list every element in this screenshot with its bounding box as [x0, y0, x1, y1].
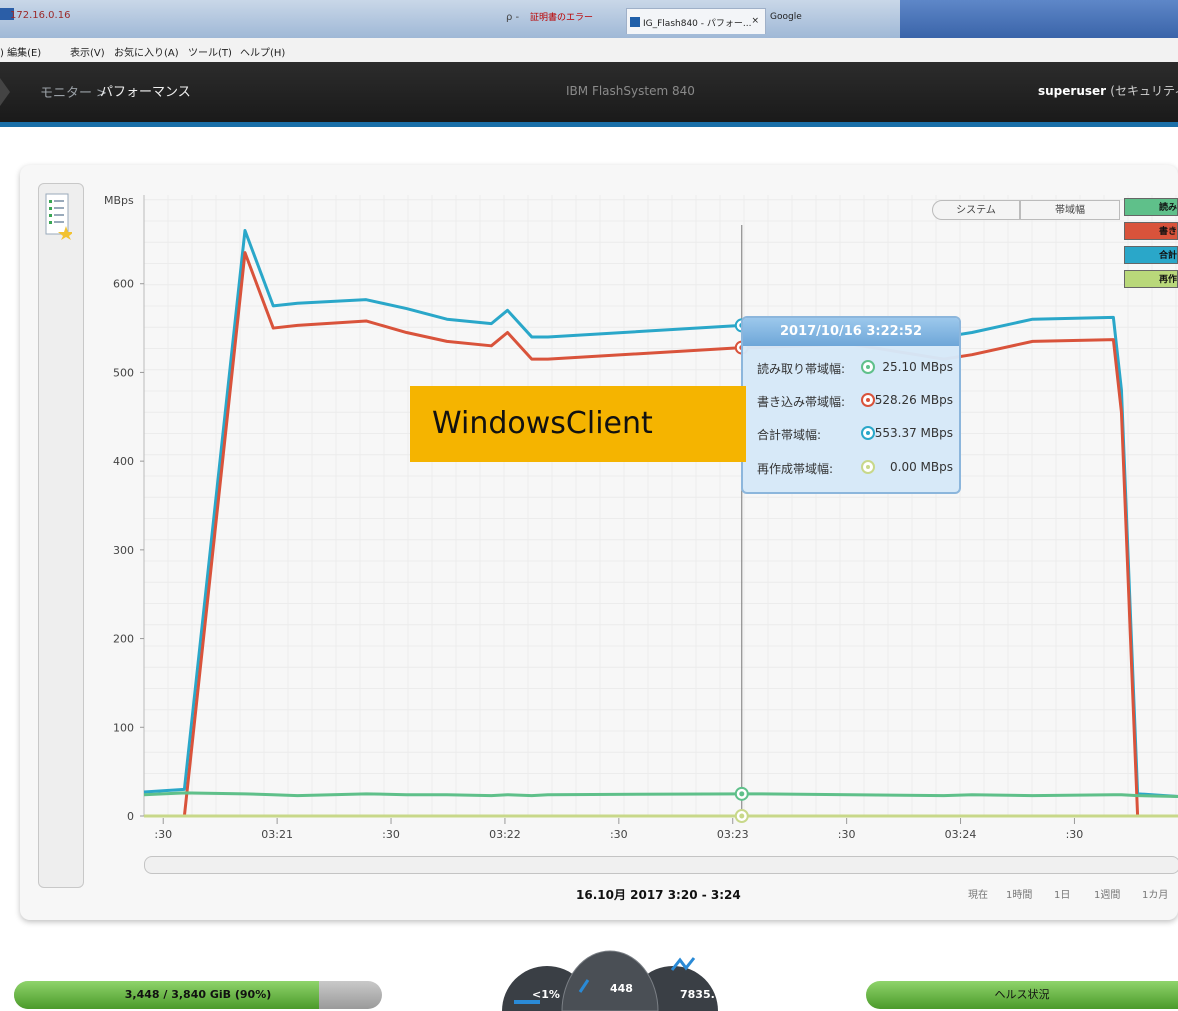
x-tick-label: :30 — [610, 828, 628, 841]
tooltip-row-write: 書き込み帯域幅: 528.26 MBps — [757, 393, 953, 409]
x-tick-label: 03:24 — [945, 828, 977, 841]
y-tick-label: 500 — [113, 366, 134, 379]
y-tick-label: 200 — [113, 633, 134, 646]
x-tick-label: :30 — [382, 828, 400, 841]
range-now-button[interactable]: 現在 — [968, 886, 988, 901]
capacity-bar[interactable]: 3,448 / 3,840 GiB (90%) — [14, 981, 382, 1009]
time-range-label: 16.10月 2017 3:20 - 3:24 — [576, 888, 741, 902]
x-tick-label: :30 — [838, 828, 856, 841]
health-status-bar[interactable]: ヘルス状況 — [866, 981, 1178, 1009]
cursor-point-dot — [739, 791, 745, 797]
bandwidth-toggle[interactable]: 帯域幅 — [1020, 200, 1120, 220]
time-range-scrollbar[interactable] — [144, 856, 1178, 874]
cursor-point-dot — [739, 813, 745, 819]
series-line-合計帯域幅 — [143, 228, 1178, 798]
y-tick-label: 300 — [113, 544, 134, 557]
iops-gauge-label: 448 — [610, 982, 633, 995]
series-line-読み取り帯域幅 — [143, 791, 1178, 798]
y-axis-label: MBps — [104, 194, 134, 207]
x-tick-label: 03:21 — [261, 828, 293, 841]
latency-gauge-label: <1% — [532, 988, 560, 1001]
x-tick-label: :30 — [1066, 828, 1084, 841]
range-1week-button[interactable]: 1週間 — [1094, 886, 1120, 901]
system-toggle[interactable]: システム — [932, 200, 1020, 220]
y-tick-label: 400 — [113, 455, 134, 468]
x-tick-label: :30 — [154, 828, 172, 841]
x-tick-label: 03:22 — [489, 828, 521, 841]
data-tooltip: 2017/10/16 3:22:52 読み取り帯域幅: 25.10 MBps 書き… — [741, 316, 961, 494]
tooltip-row-read: 読み取り帯域幅: 25.10 MBps — [757, 360, 953, 376]
windows-client-label: WindowsClient — [410, 386, 746, 462]
legend-write[interactable]: 書き — [1124, 222, 1178, 240]
legend-rebuild[interactable]: 再作 — [1124, 270, 1178, 288]
range-1day-button[interactable]: 1日 — [1054, 886, 1070, 901]
range-1month-button[interactable]: 1カ月 — [1142, 886, 1168, 901]
y-tick-label: 100 — [113, 721, 134, 734]
legend-read[interactable]: 読み — [1124, 198, 1178, 216]
tooltip-row-total: 合計帯域幅: 553.37 MBps — [757, 426, 953, 442]
x-tick-label: 03:23 — [717, 828, 749, 841]
tooltip-time: 2017/10/16 3:22:52 — [743, 318, 959, 346]
tooltip-row-rebuild: 再作成帯域幅: 0.00 MBps — [757, 460, 953, 476]
y-tick-label: 600 — [113, 278, 134, 291]
y-tick-label: 0 — [127, 810, 134, 823]
range-1hour-button[interactable]: 1時間 — [1006, 886, 1032, 901]
capacity-label: 3,448 / 3,840 GiB (90%) — [124, 988, 272, 1001]
bandwidth-gauge-label: 7835.13 — [680, 988, 731, 1001]
legend-total[interactable]: 合計 — [1124, 246, 1178, 264]
